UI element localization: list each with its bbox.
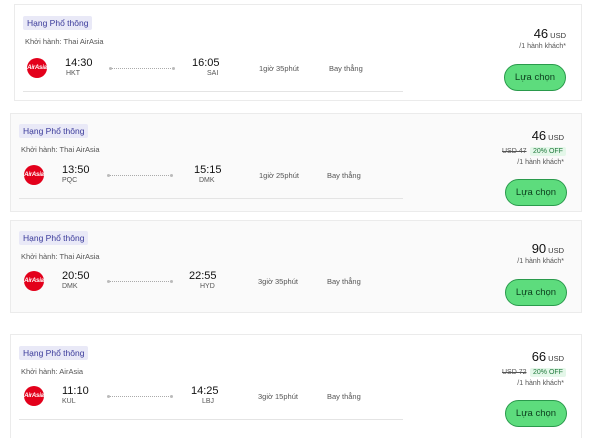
per-passenger-label: /1 hành khách* <box>517 159 564 166</box>
departure-time: 20:50 <box>62 270 90 282</box>
carrier-label: Khởi hành: AirAsia <box>21 367 84 376</box>
departure-airport: HKT <box>66 70 80 77</box>
route-line <box>109 67 175 70</box>
departure-airport: PQC <box>62 177 78 184</box>
airasia-logo-icon: AirAsia <box>24 271 44 291</box>
carrier-label: Khởi hành: Thai AirAsia <box>21 252 100 261</box>
price-currency: USD <box>548 354 564 363</box>
stops-label: Bay thẳng <box>327 171 361 180</box>
arrival-time: 22:55 <box>189 270 217 282</box>
stops-label: Bay thẳng <box>327 392 361 401</box>
departure-airport: DMK <box>62 283 78 290</box>
logo-text: AirAsia <box>24 393 44 399</box>
select-button[interactable]: Lựa chọn <box>505 400 567 427</box>
fare-class-badge: Hạng Phổ thông <box>19 231 89 245</box>
carrier-label: Khởi hành: Thai AirAsia <box>21 145 100 154</box>
arrival-time: 16:05 <box>192 57 220 69</box>
departure-time: 11:10 <box>62 385 89 397</box>
flight-duration: 3giờ 35phút <box>258 277 298 286</box>
arrival-airport: DMK <box>199 177 215 184</box>
logo-text: AirAsia <box>27 65 47 71</box>
airasia-logo-icon: AirAsia <box>24 165 44 185</box>
price: 90 USD <box>532 240 564 258</box>
price-amount: 66 <box>531 349 547 364</box>
carrier-label: Khởi hành: Thai AirAsia <box>25 37 104 46</box>
price-amount: 90 <box>531 241 547 256</box>
flight-card: Hạng Phổ thông Khởi hành: Thai AirAsia A… <box>14 4 582 101</box>
price-amount: 46 <box>531 128 547 143</box>
price: 66 USD <box>532 348 564 366</box>
per-passenger-label: /1 hành khách* <box>517 380 564 387</box>
logo-text: AirAsia <box>24 172 44 178</box>
departure-time: 14:30 <box>65 57 93 69</box>
original-price: USD 72 <box>502 369 527 376</box>
discount-badge: 20% OFF <box>530 368 566 377</box>
flight-card: Hạng Phổ thông Khởi hành: Thai AirAsia A… <box>10 220 582 313</box>
divider <box>19 198 403 199</box>
fare-class-badge: Hạng Phổ thông <box>19 346 89 360</box>
airasia-logo-icon: AirAsia <box>27 58 47 78</box>
price-currency: USD <box>548 246 564 255</box>
airasia-logo-icon: AirAsia <box>24 386 44 406</box>
departure-time: 13:50 <box>62 164 90 176</box>
original-price: USD 47 <box>502 148 527 155</box>
price: 46 USD <box>532 127 564 145</box>
divider <box>19 419 403 420</box>
divider <box>23 91 403 92</box>
arrival-time: 14:25 <box>191 385 219 397</box>
flight-card: Hạng Phổ thông Khởi hành: Thai AirAsia A… <box>10 113 582 212</box>
departure-airport: KUL <box>62 398 76 405</box>
flight-duration: 1giờ 25phút <box>259 171 299 180</box>
arrival-airport: HYD <box>200 283 215 290</box>
route-line <box>107 280 173 283</box>
route-line <box>107 395 173 398</box>
arrival-airport: SAI <box>207 70 219 77</box>
logo-text: AirAsia <box>24 278 44 284</box>
price: 46 USD <box>534 25 566 43</box>
price-currency: USD <box>550 31 566 40</box>
stops-label: Bay thẳng <box>329 64 363 73</box>
select-button[interactable]: Lựa chọn <box>505 279 567 306</box>
flight-duration: 3giờ 15phút <box>258 392 298 401</box>
fare-class-badge: Hạng Phổ thông <box>23 16 93 30</box>
flight-card: Hạng Phổ thông Khởi hành: AirAsia AirAsi… <box>10 334 582 438</box>
price-currency: USD <box>548 133 564 142</box>
discount-badge: 20% OFF <box>530 147 566 156</box>
price-amount: 46 <box>533 26 549 41</box>
flight-duration: 1giờ 35phút <box>259 64 299 73</box>
stops-label: Bay thẳng <box>327 277 361 286</box>
per-passenger-label: /1 hành khách* <box>517 258 564 265</box>
arrival-airport: LBJ <box>202 398 215 405</box>
fare-class-badge: Hạng Phổ thông <box>19 124 89 138</box>
per-passenger-label: /1 hành khách* <box>519 43 566 50</box>
select-button[interactable]: Lựa chọn <box>504 64 566 91</box>
route-line <box>107 174 173 177</box>
select-button[interactable]: Lựa chọn <box>505 179 567 206</box>
arrival-time: 15:15 <box>194 164 222 176</box>
